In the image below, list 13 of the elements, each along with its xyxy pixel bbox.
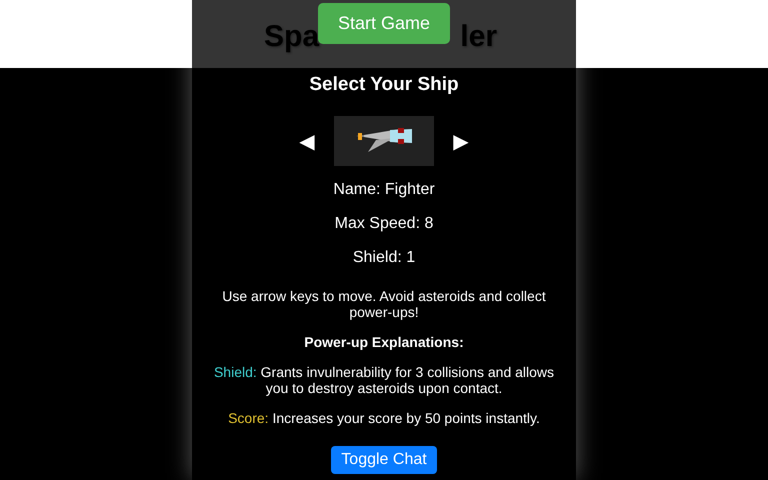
ship-stat: Shield: 1 <box>352 248 416 268</box>
section-heading: Select Your Ship <box>308 74 460 96</box>
previous-ship-button[interactable]: ◀ <box>298 131 316 151</box>
powerup-name: Score: <box>228 410 269 426</box>
powerup-description: Increases your score by 50 points instantly. <box>272 410 540 426</box>
powerup-name: Shield: <box>214 364 257 380</box>
ship-stat: Max Speed: 8 <box>334 214 434 234</box>
instructions-text: Use arrow keys to move. Avoid asteroids and collect power-ups! <box>221 288 547 320</box>
next-ship-button[interactable]: ▶ <box>452 131 470 151</box>
powerups-heading: Power-up Explanations: <box>303 334 465 350</box>
toggle-chat-button[interactable]: Toggle Chat <box>331 446 437 474</box>
powerup-description: Grants invulnerability for 3 collisions and allows you to destroy asteroids upon contact. <box>260 364 554 396</box>
ship-stat: Name: Fighter <box>332 180 436 200</box>
